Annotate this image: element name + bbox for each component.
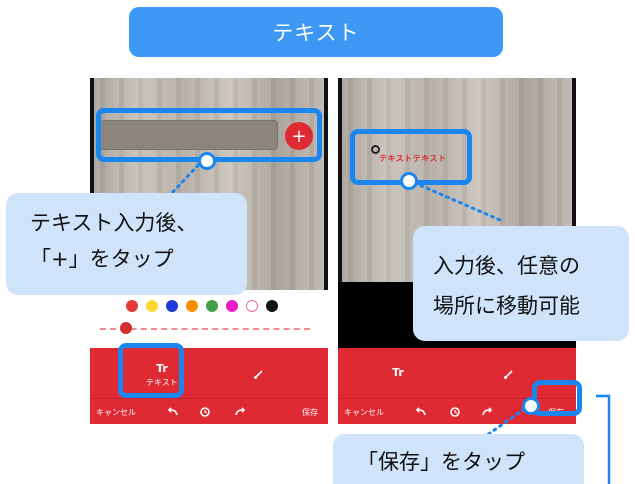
text-tool-highlight xyxy=(118,343,184,398)
callout-step2: 入力後、任意の 場所に移動可能 xyxy=(413,226,629,341)
pointer-dot xyxy=(400,172,418,190)
save-button-highlight xyxy=(532,380,582,416)
pointer-dot xyxy=(198,152,216,170)
callout-step1-line1: テキスト入力後、 xyxy=(30,211,198,235)
callout-step1: テキスト入力後、 「+」をタップ xyxy=(6,193,247,295)
pointer-dot xyxy=(522,397,540,415)
callout-step1-line2: 「+」をタップ xyxy=(30,247,174,271)
callout-step3: 「保存」をタップ xyxy=(333,434,584,484)
callout-step2-line2: 場所に移動可能 xyxy=(433,294,580,318)
callout-step2-line1: 入力後、任意の xyxy=(433,254,580,278)
